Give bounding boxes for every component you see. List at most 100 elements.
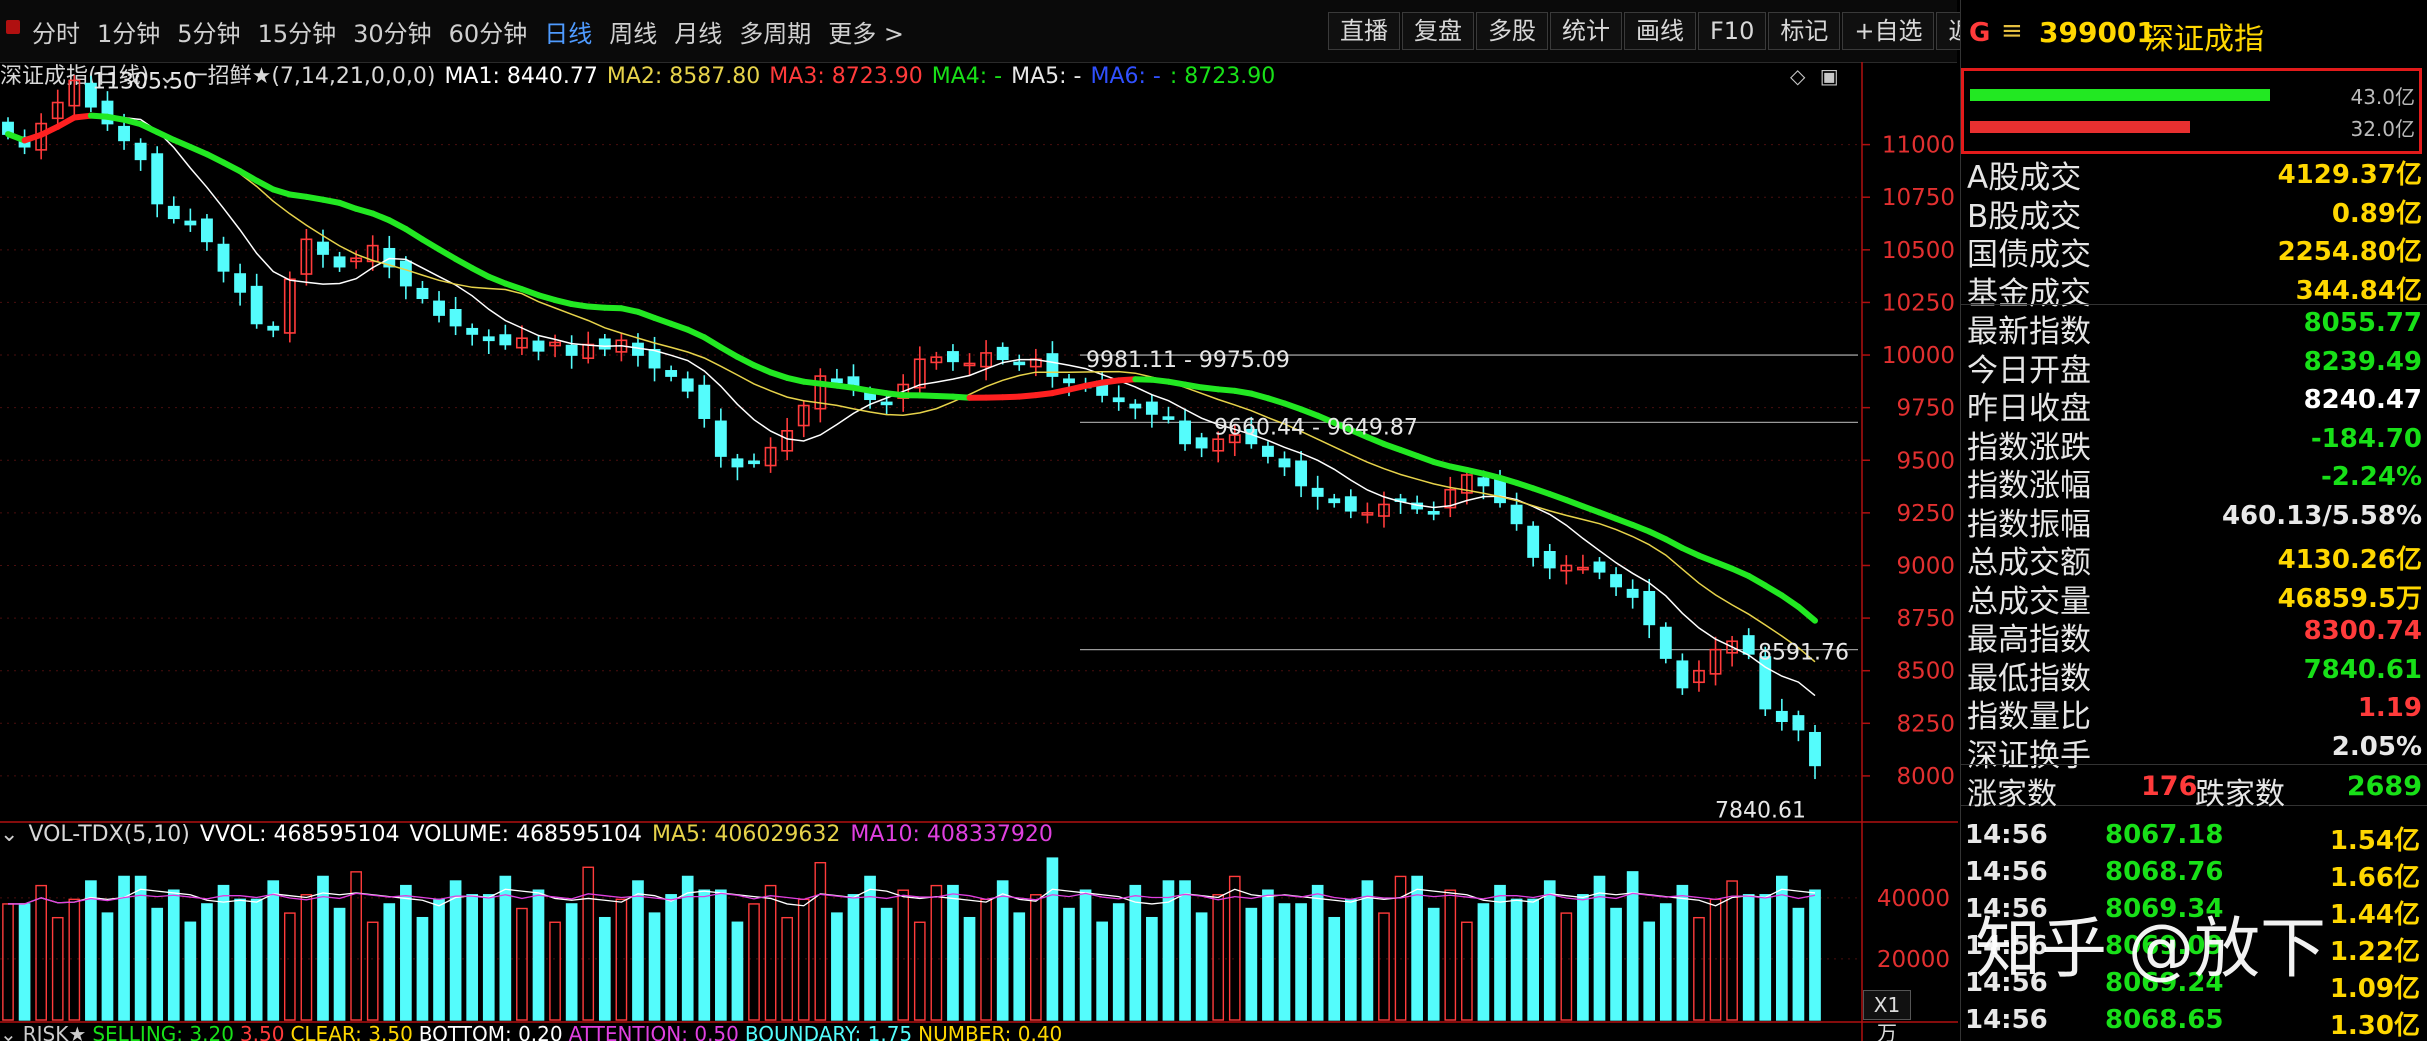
vol-ma5-label: MA5: 406029632 (652, 822, 841, 847)
tool-button[interactable]: 复盘 (1402, 12, 1474, 50)
volume-bar (1693, 916, 1705, 1021)
risk-item: ATTENTION: 0.50 (568, 1022, 739, 1041)
risk-title[interactable]: RISK★ (23, 1024, 87, 1041)
candle-body (1311, 487, 1324, 497)
volume-bar (317, 875, 329, 1021)
volume-bar (913, 921, 926, 1021)
y-tick-label: 10750 (1882, 185, 1955, 211)
index-code: 399001 (2039, 16, 2156, 49)
period-tab[interactable]: 周线 (609, 14, 657, 49)
stat-value: -184.70 (2310, 423, 2422, 454)
volume-bar (1676, 884, 1689, 1021)
candle-body (267, 325, 280, 331)
candle-body (217, 243, 230, 272)
tool-button[interactable]: 统计 (1550, 12, 1622, 50)
tool-button[interactable]: 多股 (1476, 12, 1548, 50)
candle-body (1013, 361, 1026, 366)
menu-icon[interactable]: ≡ (2001, 16, 2023, 46)
candle-body (731, 458, 744, 468)
candle-body (681, 378, 694, 392)
period-tab[interactable]: 60分钟 (449, 14, 528, 49)
stat-value: -2.24% (2321, 462, 2422, 492)
volume-bar (85, 880, 97, 1021)
candle-body (1295, 460, 1308, 487)
chart-area[interactable]: 11000 10750 10500 10250 10000 9750 9500 9250 900… (0, 62, 1958, 1041)
tick-vol: 1.54亿 (2329, 826, 2420, 856)
tick-row: 14:56 8067.18 1.54亿 (1961, 816, 2427, 856)
candle-body (665, 370, 678, 377)
candle-body (532, 340, 545, 352)
index-name: 深证成指 (2144, 22, 2264, 57)
risk-collapse-icon[interactable]: ⌄ (0, 1024, 17, 1041)
period-tab[interactable]: 更多 > (828, 14, 904, 49)
stat-row: 指数量比 1.19 (1961, 689, 2427, 735)
period-tab[interactable]: 5分钟 (177, 14, 240, 49)
tool-button[interactable]: 直播 (1328, 12, 1400, 50)
candle-body (996, 346, 1009, 361)
candle-body (200, 218, 213, 243)
volume-bar (731, 921, 744, 1021)
volume-bar (35, 884, 47, 1021)
volume-bar (764, 884, 777, 1021)
volume-bar (930, 884, 943, 1021)
candle-body (1145, 401, 1158, 415)
risk-item: SELLING: 3.20 (92, 1022, 234, 1041)
vol-title[interactable]: VOL-TDX(5,10) (28, 820, 189, 850)
volume-unit[interactable]: X1万 (1863, 990, 1911, 1041)
period-tab[interactable]: 1分钟 (97, 14, 160, 49)
stat-row: 最高指数 8300.74 (1961, 612, 2427, 658)
volume-bar (565, 903, 578, 1021)
stat-value: 1.19 (2357, 693, 2422, 723)
period-tab[interactable]: 15分钟 (258, 14, 337, 49)
volume-bar (2, 903, 14, 1021)
period-tabs: 分时 1分钟 5分钟 15分钟 30分钟 60分钟 日线 周线 月线 多周期 更多 > (32, 13, 921, 49)
candle-body (167, 205, 180, 220)
period-tab[interactable]: 日线 (544, 14, 592, 49)
stat-value: 8239.49 (2303, 346, 2422, 377)
volume-bar (1792, 907, 1805, 1021)
volume-bar (1560, 912, 1573, 1021)
volume-bar (1146, 916, 1158, 1021)
stat-row: 指数振幅 460.13/5.58% (1961, 497, 2427, 543)
vol-tick-label: 20000 (1877, 947, 1950, 973)
volume-bar (980, 898, 992, 1021)
period-tab[interactable]: 30分钟 (353, 14, 432, 49)
volume-bar (383, 903, 396, 1021)
kline-chart[interactable]: 11000 10750 10500 10250 10000 9750 9500 9250 900… (0, 62, 1958, 1041)
volume-bar (1477, 903, 1490, 1021)
candle-body (1676, 660, 1689, 689)
volume-bar (831, 912, 843, 1021)
volume-bar (648, 912, 661, 1021)
group-badge[interactable]: G (1969, 18, 1990, 48)
volume-bar (1726, 880, 1738, 1021)
period-tab[interactable]: 分时 (32, 14, 80, 49)
period-tab[interactable]: 多周期 (739, 14, 811, 49)
y-tick-label: 8250 (1896, 711, 1955, 737)
volume-bar (1461, 921, 1473, 1021)
volume-bar (1527, 898, 1540, 1021)
candle-body (317, 241, 329, 255)
volume-bar (400, 884, 412, 1021)
candle-body (598, 338, 611, 350)
candle-body (1543, 550, 1556, 569)
volume-bar (1179, 880, 1191, 1021)
volume-bar (1361, 880, 1374, 1021)
volume-bar (632, 880, 644, 1021)
volume-bar (134, 875, 147, 1021)
tool-button[interactable]: +自选 (1842, 12, 1935, 50)
volume-bar (1228, 875, 1241, 1021)
period-tab[interactable]: 月线 (674, 14, 722, 49)
vol-collapse-icon[interactable]: ⌄ (0, 820, 18, 850)
tick-vol: 1.09亿 (2329, 974, 2420, 1004)
stat-row: 深证换手 2.05% (1961, 728, 2427, 774)
candle-body (184, 220, 197, 226)
candle-body (1494, 479, 1506, 504)
candle-body (1129, 403, 1142, 409)
ma3-thick-line (1778, 592, 1802, 610)
tool-button[interactable]: 画线 (1624, 12, 1696, 50)
tick-price: 8067.18 (2105, 820, 2224, 850)
risk-item: BOTTOM: 0.20 (418, 1022, 563, 1041)
volume-bar (1543, 880, 1556, 1021)
tool-button[interactable]: 标记 (1768, 12, 1841, 50)
tool-button[interactable]: F10 (1698, 12, 1767, 50)
